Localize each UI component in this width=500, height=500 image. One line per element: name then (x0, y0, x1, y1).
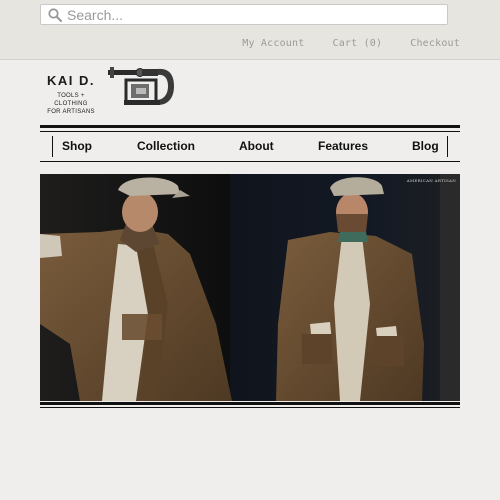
main-nav: Shop Collection About Features Blog (40, 133, 460, 160)
nav-item-about[interactable]: About (239, 139, 274, 153)
site-logo[interactable]: KAI D. TOOLS + CLOTHING FOR ARTISANS (40, 66, 176, 115)
logo-tagline-line2: FOR ARTISANS (47, 109, 95, 115)
logo-tagline: TOOLS + CLOTHING FOR ARTISANS (40, 92, 102, 116)
hero-image (40, 174, 460, 401)
nav-item-shop[interactable]: Shop (62, 139, 92, 153)
hero-caption: AMERICAN ARTISAN (406, 178, 456, 183)
nav-divider-right (447, 136, 448, 157)
search-input[interactable] (67, 6, 437, 23)
search-icon (48, 8, 62, 22)
logo-tagline-line1: TOOLS + CLOTHING (54, 93, 88, 107)
header-rule-top (40, 125, 460, 128)
clamp-tool-icon (108, 67, 174, 105)
hero-rule-bottom-thin (40, 407, 460, 408)
nav-item-blog[interactable]: Blog (412, 139, 439, 153)
logo-name: KAI D. (47, 73, 95, 88)
nav-item-collection[interactable]: Collection (137, 139, 195, 153)
hero-rule-bottom (40, 402, 460, 405)
checkout-link[interactable]: Checkout (410, 38, 460, 49)
nav-divider-left (52, 136, 53, 157)
header-rule-thin-top (40, 131, 460, 132)
nav-rule-bottom (40, 161, 460, 162)
nav-item-features[interactable]: Features (318, 139, 368, 153)
account-links: My Account Cart (0) Checkout (242, 38, 460, 49)
hero-banner[interactable]: AMERICAN ARTISAN (40, 174, 460, 401)
search-box[interactable] (40, 4, 448, 25)
top-bar: My Account Cart (0) Checkout (0, 0, 500, 60)
cart-link[interactable]: Cart (0) (332, 38, 382, 49)
my-account-link[interactable]: My Account (242, 38, 304, 49)
